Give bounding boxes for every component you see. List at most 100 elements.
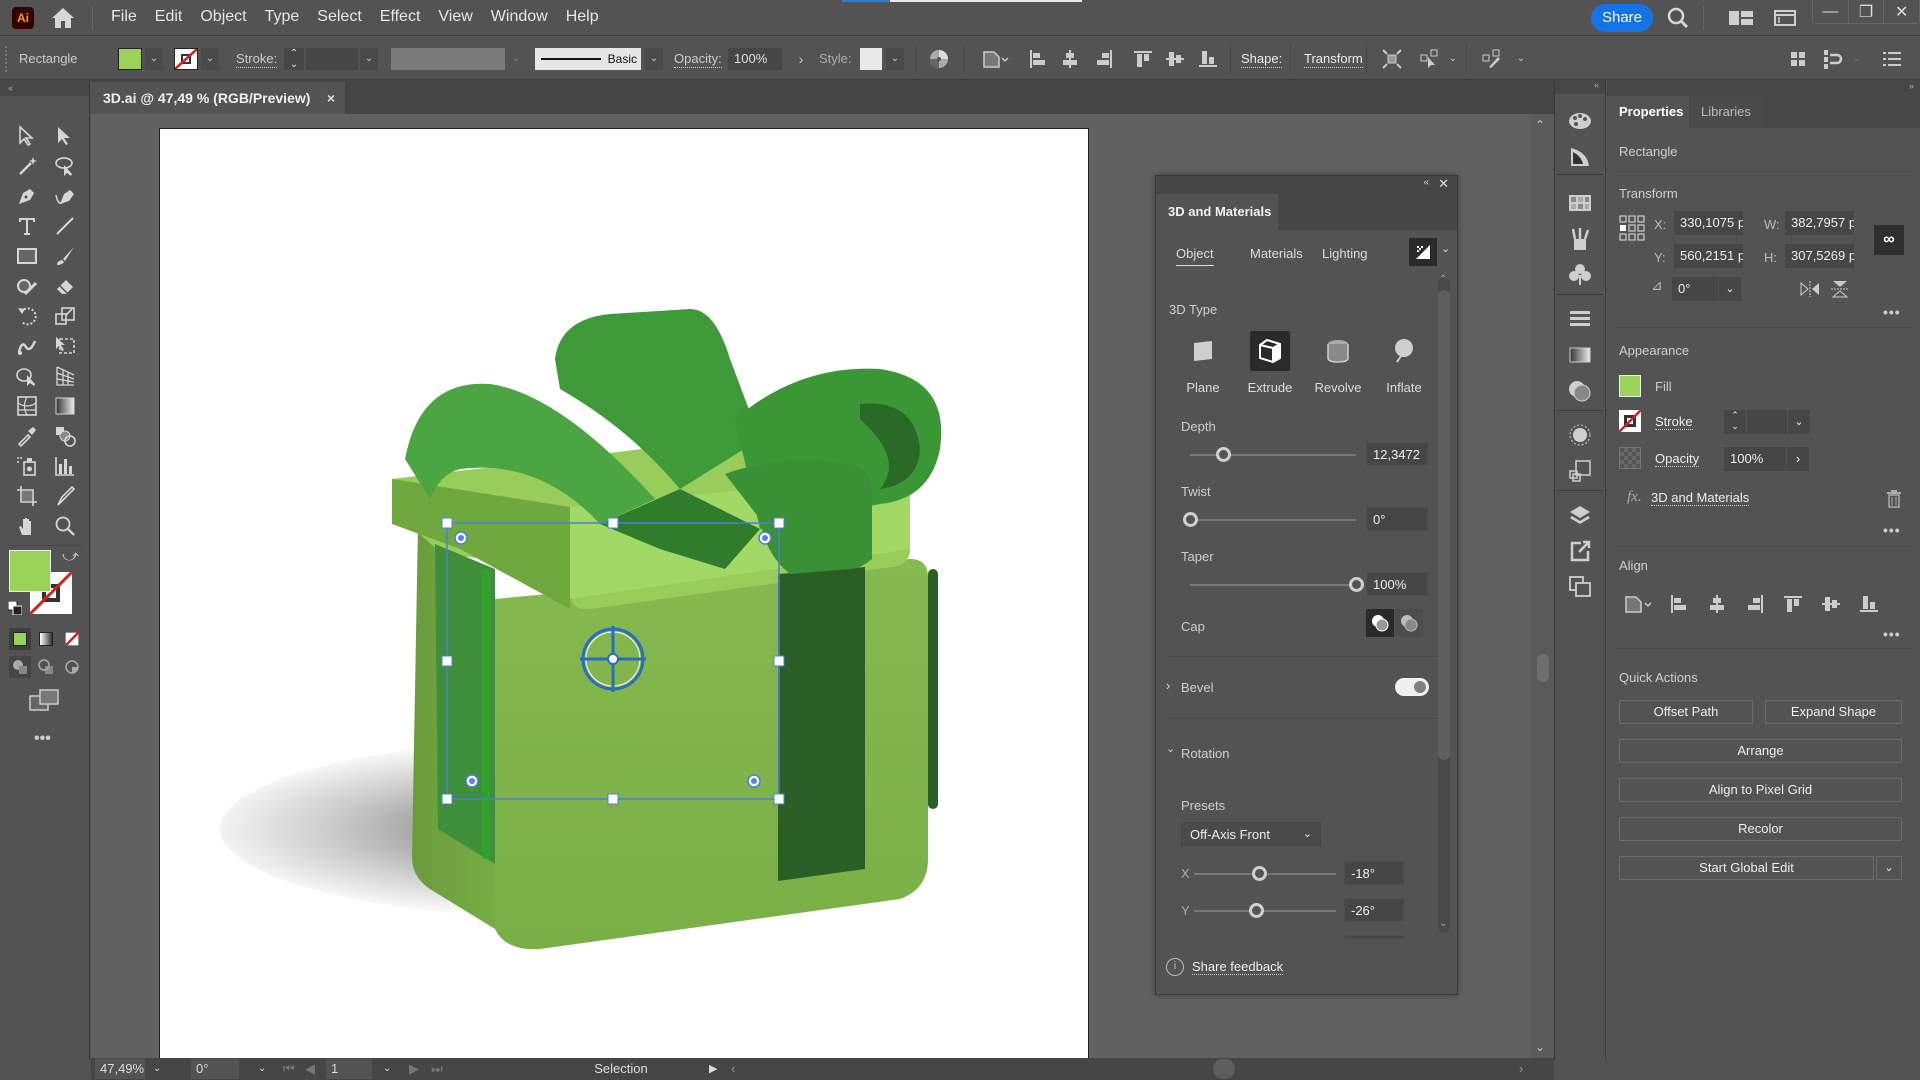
restore-button[interactable]: ❐	[1849, 0, 1885, 23]
free-transform-tool-icon[interactable]	[50, 332, 80, 360]
brush-dropdown[interactable]: ⌄	[645, 48, 663, 70]
resize-handle[interactable]	[441, 655, 453, 667]
artboard-tool-icon[interactable]	[12, 482, 42, 510]
last-artboard-icon[interactable]: ⏭	[431, 1058, 443, 1080]
menu-object[interactable]: Object	[191, 8, 255, 26]
offset-path-button[interactable]: Offset Path	[1619, 700, 1753, 724]
stroke-weight-dropdown[interactable]: ⌄	[1788, 410, 1810, 434]
rotation-x-slider-knob[interactable]	[1252, 866, 1267, 881]
workspace-layout-icon[interactable]	[1727, 6, 1755, 30]
selection-tool-icon[interactable]	[12, 122, 42, 150]
lasso-tool-icon[interactable]	[50, 152, 80, 180]
zoom-level-input[interactable]: 47,49%	[95, 1059, 145, 1079]
color-panel-icon[interactable]	[1567, 108, 1593, 134]
3d-materials-effect-link[interactable]: 3D and Materials	[1651, 490, 1750, 506]
expand-shape-button[interactable]: Expand Shape	[1765, 700, 1902, 724]
eyedropper-tool-icon[interactable]	[12, 422, 42, 450]
resize-handle[interactable]	[773, 517, 785, 529]
graphic-style-dropdown[interactable]: ⌄	[886, 48, 904, 70]
expand-dock-icon[interactable]: «	[1555, 80, 1605, 94]
artboards-panel-icon[interactable]	[1567, 574, 1593, 600]
gradient-mode-icon[interactable]	[35, 628, 57, 650]
collapse-panel-icon[interactable]: «	[1423, 177, 1429, 188]
fill-color-swatch-front[interactable]	[9, 550, 51, 592]
shaper-tool-icon[interactable]	[12, 272, 42, 300]
plane-type-button[interactable]	[1183, 331, 1223, 371]
rotation-dropdown[interactable]: ⌄	[258, 1058, 266, 1080]
color-mode-icon[interactable]	[9, 628, 31, 650]
snap-options-dropdown[interactable]: ⌄	[1848, 48, 1866, 70]
align-vertical-center-icon[interactable]	[1819, 592, 1843, 616]
menu-help[interactable]: Help	[557, 8, 608, 26]
draw-behind-icon[interactable]	[35, 656, 57, 678]
align-bottom-icon[interactable]	[1857, 592, 1881, 616]
symbol-sprayer-tool-icon[interactable]	[12, 452, 42, 480]
stroke-weight-input[interactable]	[306, 48, 358, 70]
layers-panel-icon[interactable]	[1567, 502, 1593, 528]
color-guide-panel-icon[interactable]	[1567, 144, 1593, 170]
type-tool-icon[interactable]	[12, 212, 42, 240]
width-input[interactable]: 382,7957 p	[1785, 211, 1854, 235]
align-top-icon[interactable]	[1781, 592, 1805, 616]
change-screen-mode-icon[interactable]	[28, 688, 62, 714]
stroke-weight-stepper[interactable]: ⌃ ⌄	[284, 48, 304, 70]
scroll-left-icon[interactable]: ‹	[731, 1058, 735, 1080]
brush-definition[interactable]: Basic	[535, 48, 641, 70]
transparency-panel-icon[interactable]	[1567, 378, 1593, 404]
delete-effect-icon[interactable]	[1886, 490, 1902, 508]
tab-libraries[interactable]: Libraries	[1689, 96, 1763, 128]
close-button[interactable]: ✕	[1884, 0, 1919, 23]
share-button[interactable]: Share	[1591, 4, 1653, 32]
none-mode-icon[interactable]	[61, 628, 83, 650]
rotation-collapse-icon[interactable]: ⌄	[1166, 742, 1175, 755]
recolor-button[interactable]: Recolor	[1619, 817, 1902, 841]
select-similar-icon[interactable]	[1418, 47, 1442, 71]
symbols-panel-icon[interactable]	[1567, 262, 1593, 288]
flip-vertical-icon[interactable]	[1830, 280, 1850, 298]
first-artboard-icon[interactable]: ⏮	[283, 1058, 295, 1080]
menu-edit[interactable]: Edit	[146, 8, 192, 26]
constrain-proportions-icon[interactable]: ∞	[1874, 225, 1904, 255]
curvature-tool-icon[interactable]	[50, 182, 80, 210]
snap-options-icon[interactable]	[1822, 47, 1846, 71]
align-vertical-center-icon[interactable]	[1163, 47, 1187, 71]
taper-input[interactable]: 100%	[1366, 572, 1428, 596]
stroke-weight-input[interactable]	[1747, 410, 1787, 434]
shape-properties-link[interactable]: Shape:	[1241, 51, 1283, 68]
document-tab[interactable]: 3D.ai @ 47,49 % (RGB/Preview) ×	[91, 82, 345, 114]
column-graph-tool-icon[interactable]	[50, 452, 80, 480]
tab-materials[interactable]: Materials	[1250, 246, 1303, 261]
appearance-panel-icon[interactable]	[1567, 422, 1593, 448]
global-edit-options-dropdown[interactable]: ⌄	[1876, 856, 1902, 880]
arrange-documents-icon[interactable]	[1786, 47, 1810, 71]
graphic-styles-panel-icon[interactable]	[1567, 458, 1593, 484]
align-right-icon[interactable]	[1092, 47, 1116, 71]
menu-select[interactable]: Select	[308, 8, 370, 26]
start-global-edit-button[interactable]: Start Global Edit	[1619, 856, 1874, 880]
rotate-angle-dropdown[interactable]: ⌄	[1719, 277, 1741, 301]
direct-selection-tool-icon[interactable]	[50, 122, 80, 150]
paintbrush-tool-icon[interactable]	[50, 242, 80, 270]
cap-off-button[interactable]	[1395, 609, 1423, 637]
magic-wand-tool-icon[interactable]	[12, 152, 42, 180]
transform-link[interactable]: Transform	[1304, 51, 1363, 68]
align-top-icon[interactable]	[1131, 47, 1155, 71]
resize-handle[interactable]	[773, 793, 785, 805]
revolve-type-button[interactable]	[1318, 331, 1358, 371]
depth-slider-knob[interactable]	[1216, 447, 1232, 462]
taper-slider-track[interactable]	[1190, 584, 1356, 586]
menu-file[interactable]: File	[102, 8, 146, 26]
draw-inside-icon[interactable]	[61, 656, 83, 678]
panel-scroll-thumb[interactable]	[1438, 290, 1450, 760]
draw-normal-icon[interactable]	[9, 656, 31, 678]
opacity-expand-icon[interactable]: ›	[1787, 447, 1809, 471]
fill-dropdown[interactable]: ⌄	[145, 48, 163, 70]
render-options-dropdown[interactable]: ⌄	[1441, 242, 1450, 255]
panel-scroll-down-icon[interactable]: ⌄	[1439, 918, 1447, 929]
opacity-input[interactable]: 100%	[1724, 447, 1786, 471]
blend-tool-icon[interactable]	[50, 422, 80, 450]
stroke-label[interactable]: Stroke	[1655, 414, 1693, 430]
opacity-input[interactable]: 100%	[728, 48, 782, 70]
twist-input[interactable]: 0°	[1366, 507, 1428, 531]
edit-selection-dropdown[interactable]: ⌄	[1512, 48, 1530, 70]
